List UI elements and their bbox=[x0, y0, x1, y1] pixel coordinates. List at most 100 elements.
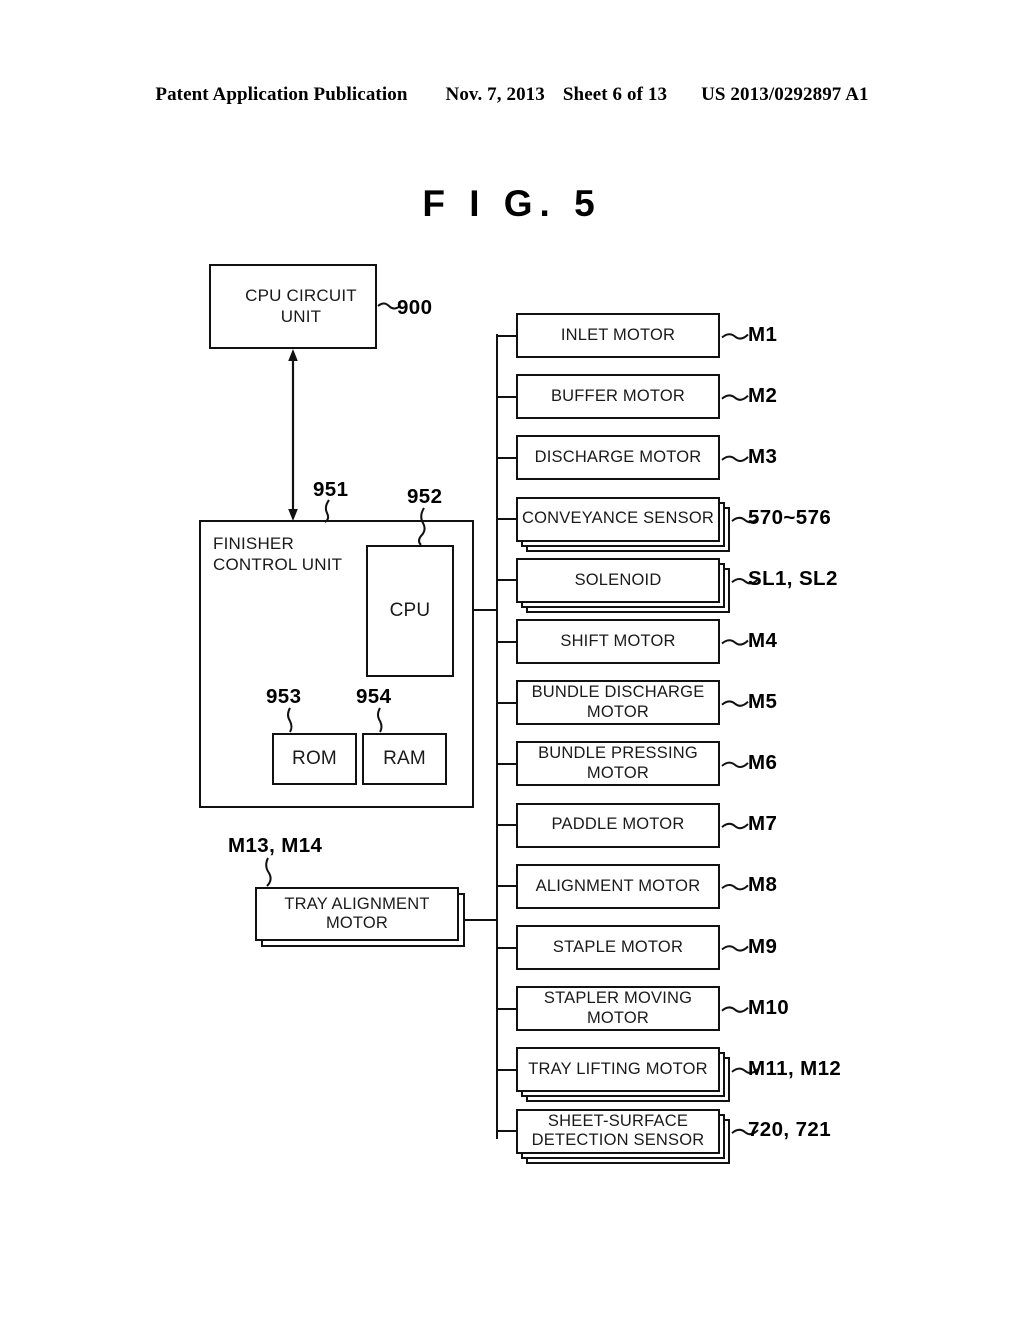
peripheral-ref-label: M5 bbox=[748, 689, 778, 713]
cpu-circuit-unit-box[interactable]: CPU CIRCUIT UNIT bbox=[209, 264, 377, 349]
peripheral-box[interactable]: INLET MOTOR bbox=[516, 313, 720, 358]
cpu-to-bus-line bbox=[473, 609, 498, 612]
finisher-control-unit-label-line1: FINISHER bbox=[213, 534, 294, 553]
header-date: Nov. 7, 2013 bbox=[445, 84, 545, 105]
peripheral-leader bbox=[721, 945, 749, 952]
page-header: Patent Application Publication Nov. 7, 2… bbox=[0, 84, 1024, 112]
peripheral-label-line1: PADDLE MOTOR bbox=[551, 815, 685, 834]
bus-stub-line bbox=[497, 334, 516, 337]
cpu-circuit-unit-label: CPU CIRCUIT UNIT bbox=[245, 286, 357, 326]
bus-stub-line bbox=[497, 640, 516, 643]
peripheral-label-line2: MOTOR bbox=[586, 1008, 650, 1027]
peripheral-leader bbox=[721, 1006, 749, 1013]
ref-951: 951 bbox=[313, 478, 349, 501]
bus-stub-line bbox=[497, 518, 516, 521]
peripheral-label-line1: SOLENOID bbox=[574, 570, 662, 589]
peripheral-box[interactable]: ALIGNMENT MOTOR bbox=[516, 863, 720, 909]
tray-alignment-to-bus-line bbox=[465, 919, 498, 922]
peripheral-label-line2: MOTOR bbox=[586, 763, 650, 782]
peripheral-leader bbox=[721, 700, 749, 707]
peripheral-ref-label: M10 bbox=[748, 995, 790, 1019]
bus-stub-line bbox=[497, 1007, 516, 1010]
bus-stub-line bbox=[497, 395, 516, 398]
ram-box[interactable]: RAM bbox=[362, 733, 447, 785]
peripheral-ref-label: SL1, SL2 bbox=[748, 567, 838, 591]
peripheral-ref-label: 720, 721 bbox=[748, 1118, 831, 1142]
cpu-box[interactable]: CPU bbox=[366, 545, 454, 677]
peripheral-label-line1: BUNDLE PRESSING bbox=[538, 744, 698, 763]
peripheral-label-line1: BUFFER MOTOR bbox=[550, 386, 686, 405]
rom-label: ROM bbox=[292, 747, 337, 769]
peripheral-leader bbox=[721, 761, 749, 768]
header-publication: Patent Application Publication bbox=[155, 84, 408, 105]
cpu-label: CPU bbox=[389, 599, 431, 621]
peripheral-box[interactable]: DISCHARGE MOTOR bbox=[516, 435, 720, 481]
header-sheet: Sheet 6 of 13 bbox=[562, 84, 668, 105]
bus-stub-line bbox=[497, 946, 516, 949]
ram-label: RAM bbox=[383, 747, 426, 769]
peripheral-box[interactable]: STAPLER MOVING MOTOR bbox=[516, 986, 720, 1032]
peripheral-leader bbox=[721, 394, 749, 401]
peripheral-ref-label: M4 bbox=[748, 628, 778, 652]
bus-stub-line bbox=[497, 1068, 516, 1072]
bus-stub-line bbox=[497, 456, 516, 460]
rom-box[interactable]: ROM bbox=[272, 733, 357, 785]
peripheral-label-line2: MOTOR bbox=[586, 702, 650, 721]
tray-alignment-motor-label-line1: TRAY ALIGNMENT bbox=[284, 894, 430, 913]
peripheral-label-line1: STAPLER MOVING bbox=[543, 989, 693, 1008]
peripheral-box[interactable]: PADDLE MOTOR bbox=[516, 802, 720, 848]
bus-stub-line bbox=[497, 579, 516, 582]
peripheral-ref-label: M9 bbox=[748, 934, 778, 958]
leader-m13-m14 bbox=[265, 857, 272, 887]
peripheral-label-line1: SHEET-SURFACE bbox=[547, 1111, 689, 1130]
peripheral-label-line1: STAPLE MOTOR bbox=[552, 937, 684, 956]
ref-900: 900 bbox=[397, 296, 433, 319]
peripheral-leader bbox=[721, 333, 749, 340]
bus-stub-line bbox=[497, 824, 516, 827]
tray-alignment-motor-label-line2: MOTOR bbox=[325, 914, 389, 932]
peripheral-ref-label: M3 bbox=[748, 444, 778, 468]
peripheral-label-line1: DISCHARGE MOTOR bbox=[534, 448, 702, 467]
peripheral-ref-label: M6 bbox=[748, 750, 778, 774]
peripheral-box[interactable]: BUNDLE DISCHARGE MOTOR bbox=[516, 680, 720, 726]
bus-stub-line bbox=[497, 885, 516, 888]
peripheral-box[interactable]: SOLENOID bbox=[516, 557, 720, 603]
peripheral-leader bbox=[721, 639, 749, 646]
peripheral-label-line2: DETECTION SENSOR bbox=[531, 1131, 705, 1150]
peripheral-label-line1: BUNDLE DISCHARGE bbox=[531, 683, 705, 702]
header-patent-number: US 2013/0292897 A1 bbox=[701, 84, 869, 105]
peripheral-box[interactable]: BUFFER MOTOR bbox=[516, 374, 720, 420]
peripheral-ref-label: M8 bbox=[748, 873, 778, 897]
peripheral-leader bbox=[721, 455, 749, 462]
peripheral-box[interactable]: STAPLE MOTOR bbox=[516, 925, 720, 970]
ref-953: 953 bbox=[266, 685, 302, 708]
tray-alignment-motor-box[interactable]: TRAY ALIGNMENT MOTOR bbox=[255, 887, 459, 941]
peripheral-label-line1: ALIGNMENT MOTOR bbox=[535, 876, 701, 895]
figure-title: F I G. 5 bbox=[422, 183, 602, 224]
peripheral-label-line1: SHIFT MOTOR bbox=[560, 631, 676, 650]
peripheral-ref-label: M1 bbox=[748, 322, 778, 346]
peripheral-ref-label: M11, M12 bbox=[748, 1056, 842, 1080]
ref-954: 954 bbox=[356, 685, 392, 708]
peripheral-box[interactable]: SHIFT MOTOR bbox=[516, 619, 720, 664]
peripheral-box[interactable]: SHEET-SURFACE DETECTION SENSOR bbox=[516, 1108, 720, 1154]
ref-m13-m14: M13, M14 bbox=[228, 834, 323, 857]
bus-stub-line bbox=[497, 762, 516, 766]
peripheral-box[interactable]: CONVEYANCE SENSOR bbox=[516, 496, 720, 542]
peripheral-box[interactable]: TRAY LIFTING MOTOR bbox=[516, 1047, 720, 1093]
bus-stub-line bbox=[497, 701, 516, 704]
peripheral-ref-label: M7 bbox=[748, 812, 778, 836]
bidirectional-arrow-icon bbox=[288, 349, 298, 521]
peripheral-leader bbox=[721, 822, 749, 830]
peripheral-label-line1: TRAY LIFTING MOTOR bbox=[528, 1060, 708, 1079]
peripheral-leader bbox=[721, 884, 749, 891]
ref-952: 952 bbox=[407, 485, 443, 508]
bus-stub-line bbox=[497, 1130, 516, 1133]
peripheral-label-line1: INLET MOTOR bbox=[560, 325, 676, 344]
peripheral-ref-label: M2 bbox=[748, 383, 778, 407]
peripheral-ref-label: 570~576 bbox=[748, 506, 832, 530]
leader-951 bbox=[324, 499, 330, 523]
peripheral-box[interactable]: BUNDLE PRESSING MOTOR bbox=[516, 741, 720, 787]
finisher-control-unit-label-line2: CONTROL UNIT bbox=[213, 555, 343, 575]
peripheral-bus-line bbox=[496, 334, 499, 1139]
